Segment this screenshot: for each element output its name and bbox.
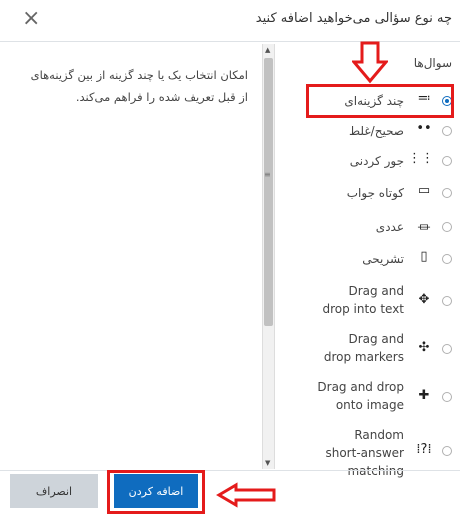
radio-button[interactable] (442, 446, 452, 456)
option-label: Drag and drop markers (323, 332, 404, 364)
radio-button[interactable] (442, 188, 452, 198)
numerical-icon: ⏛ (417, 221, 431, 236)
scroll-up-arrow-icon[interactable]: ▲ (265, 46, 270, 54)
option-label: Drag and drop into text (322, 284, 404, 316)
randomsamatch-icon: ⁞?⁞ (416, 442, 432, 457)
option-matching[interactable]: ⋮⋮ جور کردنی (276, 148, 460, 174)
option-label: Drag and drop onto image (317, 380, 404, 412)
ddmarker-icon: ✣ (418, 340, 430, 355)
down-arrow-annotation-icon (352, 41, 388, 84)
radio-button[interactable] (442, 254, 452, 264)
footer-divider (0, 470, 460, 471)
ddwtos-icon: ✥ (418, 292, 430, 307)
scrollbar-thumb[interactable] (264, 58, 273, 326)
truefalse-icon: •• (416, 121, 432, 136)
radio-button[interactable] (442, 296, 452, 306)
option-label: صحیح/غلط (349, 124, 404, 138)
radio-button[interactable] (442, 222, 452, 232)
option-ddmarker[interactable]: ✣ Drag and drop markers (276, 328, 460, 368)
option-label: عددی (375, 220, 404, 234)
option-shortanswer[interactable]: ▭ کوتاه جواب (276, 180, 460, 206)
radio-button[interactable] (442, 344, 452, 354)
matching-icon: ⋮⋮ (408, 151, 434, 166)
option-numerical[interactable]: ⏛ عددی (276, 214, 460, 240)
dialog-header: × چه نوع سؤالی می‌خواهید اضافه کنید (0, 0, 460, 42)
radio-button[interactable] (442, 392, 452, 402)
cancel-button[interactable]: انصراف (10, 474, 98, 508)
essay-icon: ▯ (420, 249, 428, 264)
question-type-description: امکان انتخاب یک یا چند گزینه از بین گزین… (30, 68, 248, 104)
shortanswer-icon: ▭ (417, 183, 431, 198)
option-randomsamatch[interactable]: ⁞?⁞ Random short-answer matching (276, 424, 460, 478)
radio-button[interactable] (442, 126, 452, 136)
option-truefalse[interactable]: •• صحیح/غلط (276, 118, 460, 144)
add-button[interactable]: اضافه کردن (114, 474, 198, 508)
ddimageortext-icon: ✚ (418, 388, 430, 403)
dialog-title: چه نوع سؤالی می‌خواهید اضافه کنید (255, 11, 452, 26)
option-ddimageortext[interactable]: ✚ Drag and drop onto image (276, 376, 460, 416)
option-label: تشریحی (362, 252, 404, 266)
left-arrow-annotation-icon (216, 482, 276, 508)
scroll-down-arrow-icon[interactable]: ▼ (265, 459, 270, 467)
option-label: جور کردنی (349, 154, 404, 168)
option-ddwtos[interactable]: ✥ Drag and drop into text (276, 280, 460, 320)
option-essay[interactable]: ▯ تشریحی (276, 246, 460, 272)
questions-section-header: سوال‌ها (413, 56, 452, 70)
option-label: Random short-answer matching (325, 428, 404, 478)
scrollbar-grip-icon: ≡ (264, 170, 271, 179)
close-icon[interactable]: × (22, 6, 40, 31)
option-label: کوتاه جواب (346, 186, 404, 200)
highlight-box-multichoice (306, 84, 454, 118)
list-scrollbar[interactable]: ▲ ≡ ▼ (262, 44, 275, 469)
radio-button[interactable] (442, 156, 452, 166)
